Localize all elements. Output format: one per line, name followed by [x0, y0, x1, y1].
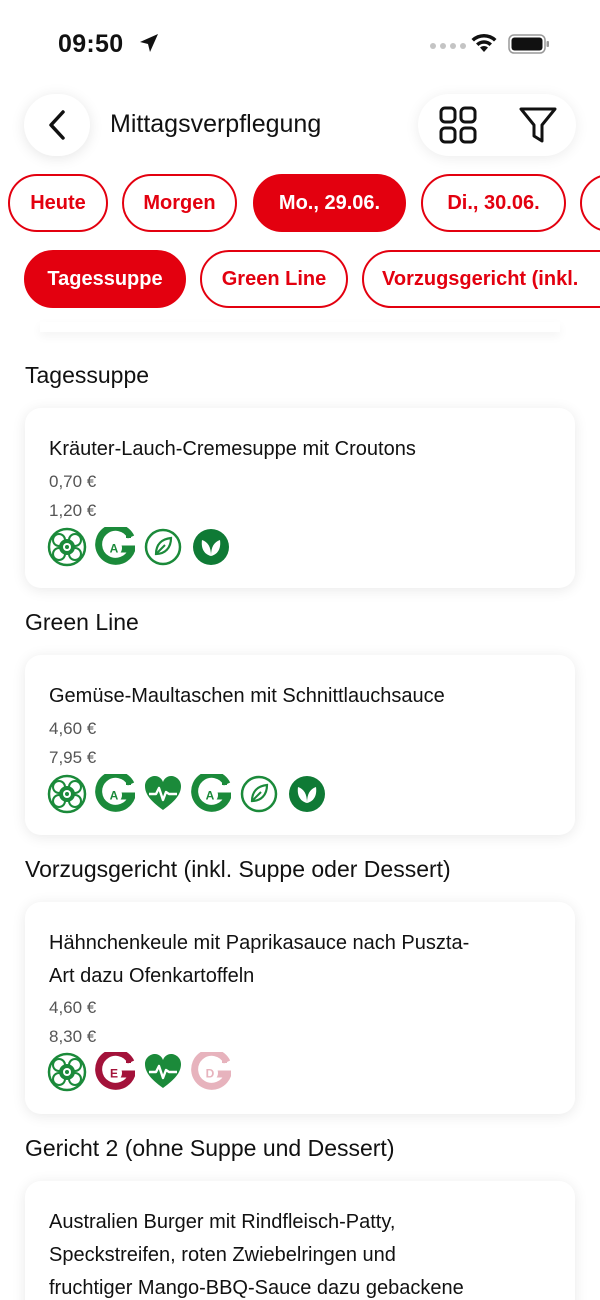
svg-text:A: A — [206, 789, 215, 803]
price-staff: 1,20 € — [49, 501, 97, 520]
flower-badge-icon — [47, 527, 87, 567]
badge-row: A — [47, 527, 231, 567]
section-title-vorzugsgericht: Vorzugsgericht (inkl. Suppe oder Dessert… — [25, 856, 451, 882]
page-title: Mittagsverpflegung — [110, 110, 322, 138]
price-students: 4,60 € — [49, 719, 97, 738]
price-students: 4,60 € — [49, 998, 97, 1017]
dish-name-line-2: Speckstreifen, roten Zwiebelringen und — [49, 1244, 396, 1266]
chip-date-morgen[interactable]: Morgen — [122, 174, 237, 232]
price-students: 0,70 € — [49, 472, 97, 491]
grade-a-badge-icon: A — [95, 527, 135, 567]
header-divider — [40, 322, 560, 332]
date-chip-row: Heute Morgen Mo., 29.06. Di., 30.06. — [0, 172, 600, 236]
grade-e-badge-icon: E — [95, 1052, 135, 1092]
status-bar: 09:50 — [0, 0, 600, 90]
leaf-outline-icon — [239, 774, 279, 814]
chip-date-heute[interactable]: Heute — [8, 174, 108, 232]
chip-date-next[interactable] — [580, 174, 600, 232]
chip-category-tagessuppe[interactable]: Tagessuppe — [24, 250, 186, 308]
dish-name: Gemüse-Maultaschen mit Schnittlauchsauce — [49, 685, 445, 707]
price-staff: 8,30 € — [49, 1027, 97, 1046]
menu-card-gericht-2[interactable]: Australien Burger mit Rindfleisch-Patty,… — [25, 1181, 575, 1300]
filter-icon — [519, 107, 557, 143]
category-chip-row: Tagessuppe Green Line Vorzugsgericht (in… — [0, 248, 600, 312]
svg-text:D: D — [206, 1067, 215, 1081]
leaf-outline-icon — [143, 527, 183, 567]
dish-name-line-3: fruchtiger Mango-BBQ-Sauce dazu gebacken… — [49, 1277, 464, 1299]
svg-text:E: E — [110, 1067, 118, 1081]
heart-badge-icon — [143, 774, 183, 814]
menu-card-tagessuppe[interactable]: Kräuter-Lauch-Cremesuppe mit Croutons 0,… — [25, 408, 575, 588]
filter-button[interactable] — [508, 102, 568, 148]
chip-date-mo-29-06[interactable]: Mo., 29.06. — [253, 174, 406, 232]
section-title-gericht-2: Gericht 2 (ohne Suppe und Dessert) — [25, 1135, 395, 1161]
cellular-signal-icon — [430, 43, 466, 49]
wifi-icon — [471, 33, 497, 52]
flower-badge-icon — [47, 774, 87, 814]
grid-view-icon — [439, 106, 477, 144]
chip-date-di-30-06[interactable]: Di., 30.06. — [421, 174, 566, 232]
flower-badge-icon — [47, 1052, 87, 1092]
back-button[interactable] — [24, 94, 90, 156]
dish-name-line-2: Art dazu Ofenkartoffeln — [49, 965, 255, 987]
app-header: Mittagsverpflegung — [0, 90, 600, 160]
location-arrow-icon — [140, 34, 158, 52]
heart-badge-icon — [143, 1052, 183, 1092]
vegan-leaf-icon — [191, 527, 231, 567]
header-actions — [418, 94, 576, 156]
status-time: 09:50 — [58, 30, 124, 58]
grade-a-badge-icon: A — [191, 774, 231, 814]
badge-row: E D — [47, 1052, 231, 1092]
menu-card-green-line[interactable]: Gemüse-Maultaschen mit Schnittlauchsauce… — [25, 655, 575, 835]
menu-card-vorzugsgericht[interactable]: Hähnchenkeule mit Paprikasauce nach Pusz… — [25, 902, 575, 1114]
svg-text:A: A — [110, 542, 119, 556]
chevron-left-icon — [49, 110, 65, 140]
grade-d-badge-icon: D — [191, 1052, 231, 1092]
vegan-leaf-icon — [287, 774, 327, 814]
chip-category-vorzugsgericht[interactable]: Vorzugsgericht (inkl. — [362, 250, 600, 308]
section-title-tagessuppe: Tagessuppe — [25, 362, 150, 388]
price-staff: 7,95 € — [49, 748, 97, 767]
dish-name-line-1: Australien Burger mit Rindfleisch-Patty, — [49, 1211, 396, 1233]
dish-name: Kräuter-Lauch-Cremesuppe mit Croutons — [49, 438, 416, 460]
grid-view-button[interactable] — [430, 102, 486, 148]
battery-icon — [508, 34, 549, 54]
dish-name-line-1: Hähnchenkeule mit Paprikasauce nach Pusz… — [49, 932, 470, 954]
svg-text:A: A — [110, 789, 119, 803]
section-title-green-line: Green Line — [25, 609, 139, 635]
grade-a-badge-icon: A — [95, 774, 135, 814]
chip-category-green-line[interactable]: Green Line — [200, 250, 348, 308]
badge-row: A A — [47, 774, 327, 814]
